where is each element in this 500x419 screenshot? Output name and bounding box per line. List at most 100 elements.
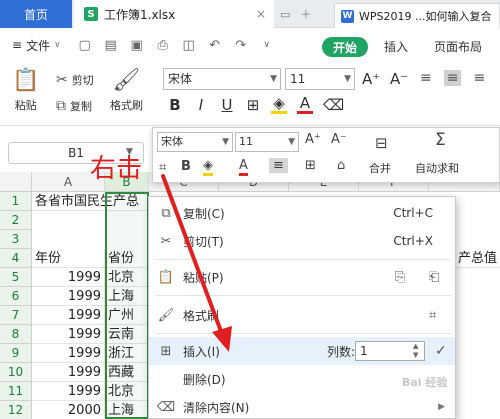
shrink-font-icon[interactable]: A⁻ [331, 132, 347, 147]
grow-font-button[interactable]: A⁺ [362, 70, 380, 88]
row-header[interactable]: 6 [0, 287, 32, 306]
align-center-icon[interactable]: ≡ [269, 158, 288, 173]
bold-icon[interactable]: B [181, 159, 191, 174]
menu-cut[interactable]: ✂ 剪切(T) Ctrl+X [149, 227, 455, 255]
align-middle-icon[interactable]: ≡ [443, 70, 462, 86]
border-icon[interactable]: ⊞ [305, 158, 316, 173]
cell-a4[interactable]: 年份 [32, 249, 105, 268]
annotation-right-click: 右击 [90, 154, 143, 184]
sum-icon[interactable]: Σ [435, 130, 446, 150]
menu-paste[interactable]: 📋 粘贴(P) ⎘ ⎗ [149, 263, 455, 291]
border-icon[interactable]: ⊞ [245, 96, 261, 114]
font-size-select[interactable]: 11 ▼ [285, 68, 355, 90]
tab-home[interactable]: 首页 [0, 0, 72, 28]
cell-province[interactable]: 上海 [105, 287, 149, 306]
bold-button[interactable]: B [167, 96, 183, 114]
cell-year[interactable]: 1999 [32, 363, 105, 382]
spin-down-icon[interactable]: ▼ [413, 351, 418, 359]
fill-color-icon[interactable]: ◈ [203, 159, 213, 176]
cell-year[interactable]: 1999 [32, 306, 105, 325]
merge-icon[interactable]: ⊟ [375, 134, 388, 152]
cell-province[interactable]: 云南 [105, 325, 149, 344]
cell-province[interactable]: 西藏 [105, 363, 149, 382]
print-preview-icon[interactable]: ◫ [179, 38, 199, 53]
undo-icon[interactable]: ↶ [205, 38, 225, 53]
row-header[interactable]: 8 [0, 325, 32, 344]
cell-province[interactable]: 上海 [105, 401, 149, 419]
row-header[interactable]: 3 [0, 230, 32, 249]
more-chevron-icon[interactable]: ∨ [257, 40, 277, 50]
paste-label: 粘贴 [14, 99, 37, 112]
tab-wps-doc[interactable]: W WPS2019 ...如何输入复合 [334, 3, 500, 28]
underline-button[interactable]: U [219, 96, 235, 114]
row-header[interactable]: 4 [0, 249, 32, 268]
menu-format-painter[interactable]: 🖌 格式刷 ⌗ [149, 301, 455, 329]
menu-copy[interactable]: ⧉ 复制(C) Ctrl+C [149, 199, 455, 227]
cell-year[interactable]: 1999 [32, 287, 105, 306]
print-icon[interactable]: ⎙ [153, 38, 173, 53]
copy-button[interactable]: ⧉ 复制 [56, 98, 92, 114]
format-painter-extra-icon[interactable]: ⌗ [429, 308, 436, 323]
cell-year[interactable]: 1999 [32, 382, 105, 401]
font-name-select[interactable]: 宋体 ▼ [163, 68, 281, 90]
row-header[interactable]: 1 [0, 192, 32, 211]
tab-start[interactable]: 开始 [322, 37, 368, 57]
new-doc-icon[interactable]: ▢ [75, 38, 95, 53]
grow-font-icon[interactable]: A⁺ [305, 132, 321, 147]
fill-color-icon[interactable]: ◈ [271, 96, 287, 114]
shrink-font-icon: A⁻ [390, 70, 409, 88]
menu-clear[interactable]: ⌫ 清除内容(N) ▶ [149, 393, 455, 419]
menu-insert[interactable]: ⊞ 插入(I) 列数: 1 ▲ ▼ ✓ [149, 337, 455, 365]
format-painter-button[interactable]: 🖌 格式刷 [110, 68, 143, 113]
paste-special-icon[interactable]: ⎗ [429, 270, 439, 285]
cell-year[interactable]: 2000 [32, 401, 105, 419]
cell-province[interactable]: 北京 [105, 268, 149, 287]
brush-icon: 🖌 [112, 68, 141, 93]
eraser-icon[interactable]: ⌫ [323, 96, 344, 114]
redo-icon[interactable]: ↷ [231, 38, 251, 53]
merge-button[interactable]: 合并 [369, 160, 391, 176]
row-header[interactable]: 10 [0, 363, 32, 382]
add-tab-icon[interactable]: ＋ [300, 6, 311, 22]
paste-button[interactable]: 📋 粘贴 [12, 68, 39, 113]
cell-a1[interactable]: 各省市国民生产总 [32, 192, 149, 211]
cell-year[interactable]: 1999 [32, 325, 105, 344]
font-color-button[interactable]: A [297, 96, 313, 114]
font-color-icon[interactable]: A [239, 159, 248, 176]
tab-page-layout[interactable]: 页面布局 [434, 38, 482, 55]
align-bottom-icon[interactable]: ≡ [473, 70, 485, 86]
save-icon[interactable]: ▣ [127, 38, 147, 53]
align-top-icon[interactable]: ≡ [420, 70, 432, 86]
cell-province[interactable]: 北京 [105, 382, 149, 401]
format-painter-icon[interactable]: ⌗ [159, 160, 166, 175]
row-header[interactable]: 9 [0, 344, 32, 363]
cut-button[interactable]: ✂ 剪切 [56, 72, 94, 88]
clear-format-icon[interactable]: ⌂ [337, 158, 345, 173]
select-all-corner[interactable] [0, 172, 32, 192]
shrink-font-button[interactable]: A⁻ [390, 70, 408, 88]
open-icon[interactable]: ▤ [101, 38, 121, 53]
italic-button[interactable]: I [193, 96, 209, 114]
cell-year[interactable]: 1999 [32, 344, 105, 363]
tab-actions: ▭ ＋ [280, 0, 311, 28]
row-header[interactable]: 7 [0, 306, 32, 325]
row-header[interactable]: 12 [0, 401, 32, 419]
tab-insert[interactable]: 插入 [384, 38, 408, 55]
cell-b4[interactable]: 省份 [105, 249, 149, 268]
cell-province[interactable]: 广州 [105, 306, 149, 325]
cell-province[interactable]: 浙江 [105, 344, 149, 363]
row-header[interactable]: 5 [0, 268, 32, 287]
monitor-icon[interactable]: ▭ [280, 8, 290, 21]
autosum-button[interactable]: 自动求和 [415, 160, 459, 176]
checkmark-icon[interactable]: ✓ [435, 343, 447, 359]
paste-values-icon[interactable]: ⎘ [395, 270, 405, 285]
mini-size-select[interactable]: 11 ▼ [235, 132, 299, 152]
mini-font-select[interactable]: 宋体 ▼ [157, 132, 233, 152]
row-header[interactable]: 2 [0, 211, 32, 230]
file-menu[interactable]: ≡ 文件 ∨ [12, 37, 61, 54]
tab-file-workbook[interactable]: S 工作簿1.xlsx × [74, 0, 274, 28]
spin-up-icon[interactable]: ▲ [413, 342, 418, 350]
row-header[interactable]: 11 [0, 382, 32, 401]
close-icon[interactable]: × [256, 7, 266, 21]
cell-year[interactable]: 1999 [32, 268, 105, 287]
